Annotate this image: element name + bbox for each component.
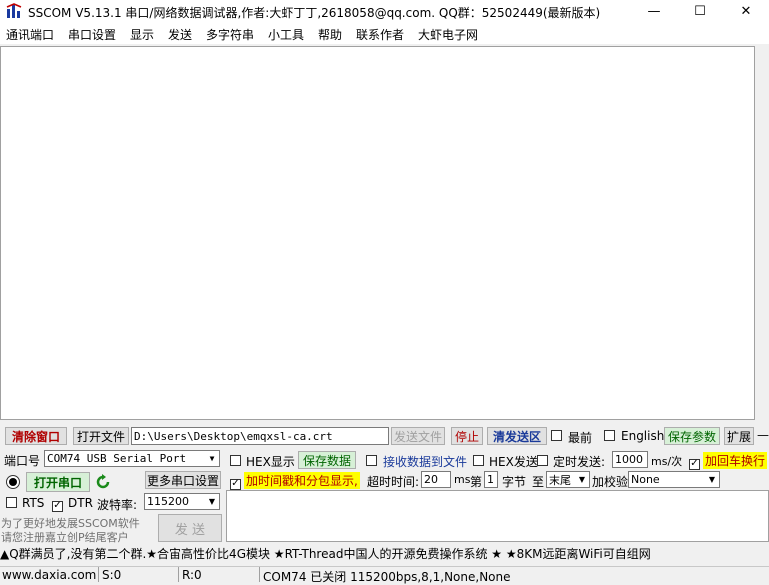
topmost-label: 最前 (568, 431, 593, 445)
hex-send-label: HEX发送 (489, 455, 538, 469)
interval-input[interactable]: 1000 (612, 451, 648, 468)
checksum-label: 加校验 (592, 475, 629, 489)
to-label: 至 (532, 475, 545, 489)
dtr-label: DTR (68, 496, 93, 510)
chevron-down-icon: ▼ (205, 494, 219, 509)
byte-input[interactable]: 1 (484, 471, 498, 488)
file-path-input[interactable]: D:\Users\Desktop\emqxsl-ca.crt (131, 427, 389, 445)
baud-select-value: 115200 (147, 495, 189, 508)
send-file-button[interactable]: 发送文件 (391, 427, 445, 445)
open-port-button[interactable]: 打开串口 (26, 472, 90, 492)
port-select-value: COM74 USB Serial Port (47, 452, 187, 465)
maximize-button[interactable]: ☐ (677, 0, 723, 22)
menu-help[interactable]: 帮助 (318, 26, 342, 43)
clear-window-button[interactable]: 清除窗口 (5, 427, 67, 445)
port-status-icon (6, 475, 20, 489)
status-separator (178, 567, 179, 582)
menu-display[interactable]: 显示 (130, 26, 154, 43)
hex-send-checkbox[interactable] (473, 455, 484, 469)
hex-display-checkbox[interactable] (230, 455, 241, 469)
rts-checkbox[interactable] (6, 497, 17, 511)
refresh-icon[interactable] (94, 473, 112, 491)
promo-line-2: 请您注册嘉立创P结尾客户 (1, 531, 129, 544)
menu-comm-port[interactable]: 通讯端口 (6, 26, 54, 43)
byte-label: 字节 (502, 475, 527, 489)
recv-to-file-label: 接收数据到文件 (383, 455, 468, 469)
english-checkbox[interactable] (604, 430, 615, 444)
save-params-button[interactable]: 保存参数 (664, 427, 720, 445)
open-file-button[interactable]: 打开文件 (73, 427, 129, 445)
menu-send[interactable]: 发送 (168, 26, 192, 43)
port-state-text: COM74 已关闭 115200bps,8,1,None,None (263, 570, 511, 584)
menu-serial-settings[interactable]: 串口设置 (68, 26, 116, 43)
more-serial-settings-button[interactable]: 更多串口设置 (145, 471, 221, 489)
timeout-label: 超时时间: (367, 475, 420, 489)
menu-contact-author[interactable]: 联系作者 (356, 26, 404, 43)
rts-label: RTS (22, 496, 45, 510)
close-button[interactable]: ✕ (723, 0, 769, 22)
add-crlf-checkbox[interactable]: ✓ (689, 455, 700, 470)
collapse-dash: — (757, 428, 769, 442)
topmost-checkbox[interactable] (551, 430, 562, 444)
byte-prefix: 第 (470, 475, 483, 489)
ad-ticker: ▲Q群满员了,没有第二个群.★合宙高性价比4G模块 ★RT-Thread中国人的… (0, 545, 769, 563)
timeout-unit: ms (454, 473, 471, 486)
chevron-down-icon: ▼ (575, 472, 589, 487)
receive-text-area[interactable] (0, 46, 755, 420)
received-count: R:0 (182, 568, 202, 582)
window-title: SSCOM V5.13.1 串口/网络数据调试器,作者:大虾丁丁,2618058… (28, 6, 601, 20)
timed-send-checkbox[interactable] (537, 455, 548, 469)
stop-button[interactable]: 停止 (451, 427, 483, 445)
english-label: English (621, 429, 665, 443)
dtr-checkbox[interactable]: ✓ (52, 497, 63, 512)
port-label: 端口号 (4, 454, 41, 468)
timeout-input[interactable]: 20 (421, 471, 451, 488)
send-text-area[interactable] (226, 490, 769, 542)
port-select[interactable]: COM74 USB Serial Port ▼ (44, 450, 220, 467)
timed-send-label: 定时发送: (553, 455, 606, 469)
expand-button[interactable]: 扩展 (724, 427, 754, 445)
to-select[interactable]: 末尾 ▼ (546, 471, 590, 488)
website-link[interactable]: www.daxia.com (2, 568, 96, 582)
minimize-button[interactable]: — (631, 0, 677, 22)
send-button[interactable]: 发 送 (158, 514, 222, 542)
recv-to-file-checkbox[interactable] (366, 455, 377, 469)
add-timestamp-label: 加时间戳和分包显示, (244, 472, 360, 489)
add-crlf-label: 加回车换行 (703, 452, 768, 469)
chevron-down-icon: ▼ (705, 472, 719, 487)
to-select-value: 末尾 (549, 473, 571, 487)
menu-tools[interactable]: 小工具 (268, 26, 304, 43)
add-timestamp-checkbox[interactable]: ✓ (230, 475, 241, 490)
status-separator (259, 567, 260, 582)
sent-count: S:0 (102, 568, 122, 582)
checksum-select[interactable]: None ▼ (628, 471, 720, 488)
baud-select[interactable]: 115200 ▼ (144, 493, 220, 510)
checksum-select-value: None (631, 473, 660, 486)
chevron-down-icon: ▼ (205, 451, 219, 466)
clear-send-button[interactable]: 清发送区 (487, 427, 547, 445)
status-separator (98, 567, 99, 582)
app-logo-icon (6, 3, 22, 18)
baud-label: 波特率: (97, 498, 138, 512)
menu-multi-string[interactable]: 多字符串 (206, 26, 254, 43)
interval-unit: ms/次 (651, 455, 683, 468)
menu-daxia-website[interactable]: 大虾电子网 (418, 26, 478, 43)
save-data-button[interactable]: 保存数据 (298, 451, 356, 469)
hex-display-label: HEX显示 (246, 455, 295, 469)
